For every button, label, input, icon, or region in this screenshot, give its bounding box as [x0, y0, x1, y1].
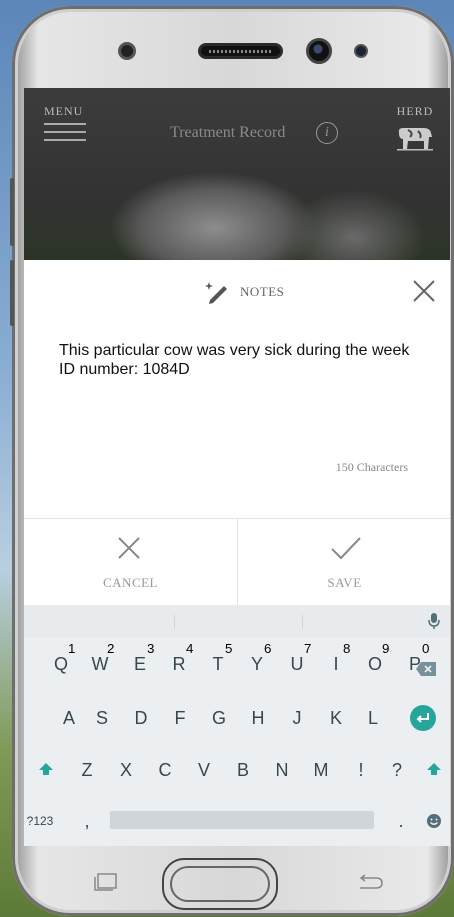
key-k[interactable]: K	[321, 703, 351, 733]
divider	[174, 615, 175, 629]
key-c[interactable]: C	[150, 755, 180, 785]
key-h[interactable]: H	[243, 703, 273, 733]
close-icon	[118, 537, 140, 559]
shift-key[interactable]	[38, 762, 54, 776]
pencil-sparkle-icon	[205, 282, 227, 304]
page-title: Treatment Record	[170, 124, 286, 141]
sensor	[354, 44, 368, 58]
notes-textarea[interactable]: This particular cow was very sick during…	[59, 341, 429, 379]
save-button[interactable]: SAVE	[238, 519, 450, 605]
space-key[interactable]	[110, 811, 374, 829]
question-key[interactable]: ?	[382, 755, 412, 785]
home-button[interactable]	[162, 858, 278, 910]
power-button	[10, 260, 14, 326]
key-x[interactable]: X	[111, 755, 141, 785]
key-m[interactable]: M	[306, 755, 336, 785]
key-n[interactable]: N	[267, 755, 297, 785]
key-hint: 7	[304, 641, 312, 656]
onscreen-keyboard: Q1W2E3R4T5Y6U7I8O9P0 ASDFGHJKL Z X C V B N M!?…	[24, 605, 450, 846]
key-f[interactable]: F	[165, 703, 195, 733]
key-hint: 8	[343, 641, 351, 656]
hamburger-icon	[44, 123, 94, 141]
emoji-icon[interactable]	[426, 813, 442, 829]
back-icon[interactable]	[356, 874, 384, 892]
close-button[interactable]	[409, 276, 439, 306]
period-key[interactable]: .	[386, 806, 416, 836]
save-label: SAVE	[327, 575, 362, 590]
exclamation-key[interactable]: !	[346, 755, 376, 785]
key-a[interactable]: A	[54, 703, 84, 733]
key-g[interactable]: G	[204, 703, 234, 733]
info-icon[interactable]: i	[316, 122, 338, 144]
backspace-key[interactable]	[415, 661, 437, 677]
key-hint: 6	[264, 641, 272, 656]
menu-label: MENU	[44, 104, 84, 118]
notes-header: NOTES	[204, 280, 284, 304]
header-banner: MENU Treatment Record i HERD	[24, 88, 450, 260]
notes-label: NOTES	[240, 284, 285, 299]
herd-label: HERD	[396, 104, 434, 118]
microphone-icon[interactable]	[426, 612, 442, 630]
key-hint: 4	[186, 641, 194, 656]
key-b[interactable]: B	[228, 755, 258, 785]
key-d[interactable]: D	[126, 703, 156, 733]
herd-button[interactable]: HERD	[392, 104, 438, 154]
recent-apps-icon[interactable]	[94, 873, 118, 891]
key-z[interactable]: Z	[72, 755, 102, 785]
shift-key[interactable]	[426, 762, 442, 776]
character-count: 150 Characters	[335, 460, 408, 474]
proximity-sensor	[118, 42, 136, 60]
checkmark-icon	[331, 537, 361, 560]
cow-icon	[397, 128, 433, 151]
key-j[interactable]: J	[282, 703, 312, 733]
symbols-key[interactable]: ?123	[24, 806, 60, 836]
comma-key[interactable]: ,	[72, 806, 102, 836]
cancel-button[interactable]: CANCEL	[24, 519, 237, 605]
key-hint: 3	[147, 641, 155, 656]
enter-key[interactable]	[410, 705, 436, 731]
front-camera	[306, 38, 332, 64]
key-hint: 0	[422, 641, 430, 656]
key-hint: 1	[68, 641, 76, 656]
app-screen: MENU Treatment Record i HERD NOTES This …	[24, 88, 450, 846]
close-icon	[413, 280, 435, 302]
suggestion-strip	[24, 605, 450, 637]
menu-button[interactable]: MENU	[44, 104, 94, 148]
divider	[302, 615, 303, 629]
key-hint: 2	[107, 641, 115, 656]
key-l[interactable]: L	[358, 703, 388, 733]
key-v[interactable]: V	[189, 755, 219, 785]
cancel-label: CANCEL	[103, 575, 158, 590]
key-hint: 9	[382, 641, 390, 656]
volume-button	[10, 178, 14, 246]
key-s[interactable]: S	[87, 703, 117, 733]
key-hint: 5	[225, 641, 233, 656]
earpiece-speaker	[198, 43, 283, 59]
